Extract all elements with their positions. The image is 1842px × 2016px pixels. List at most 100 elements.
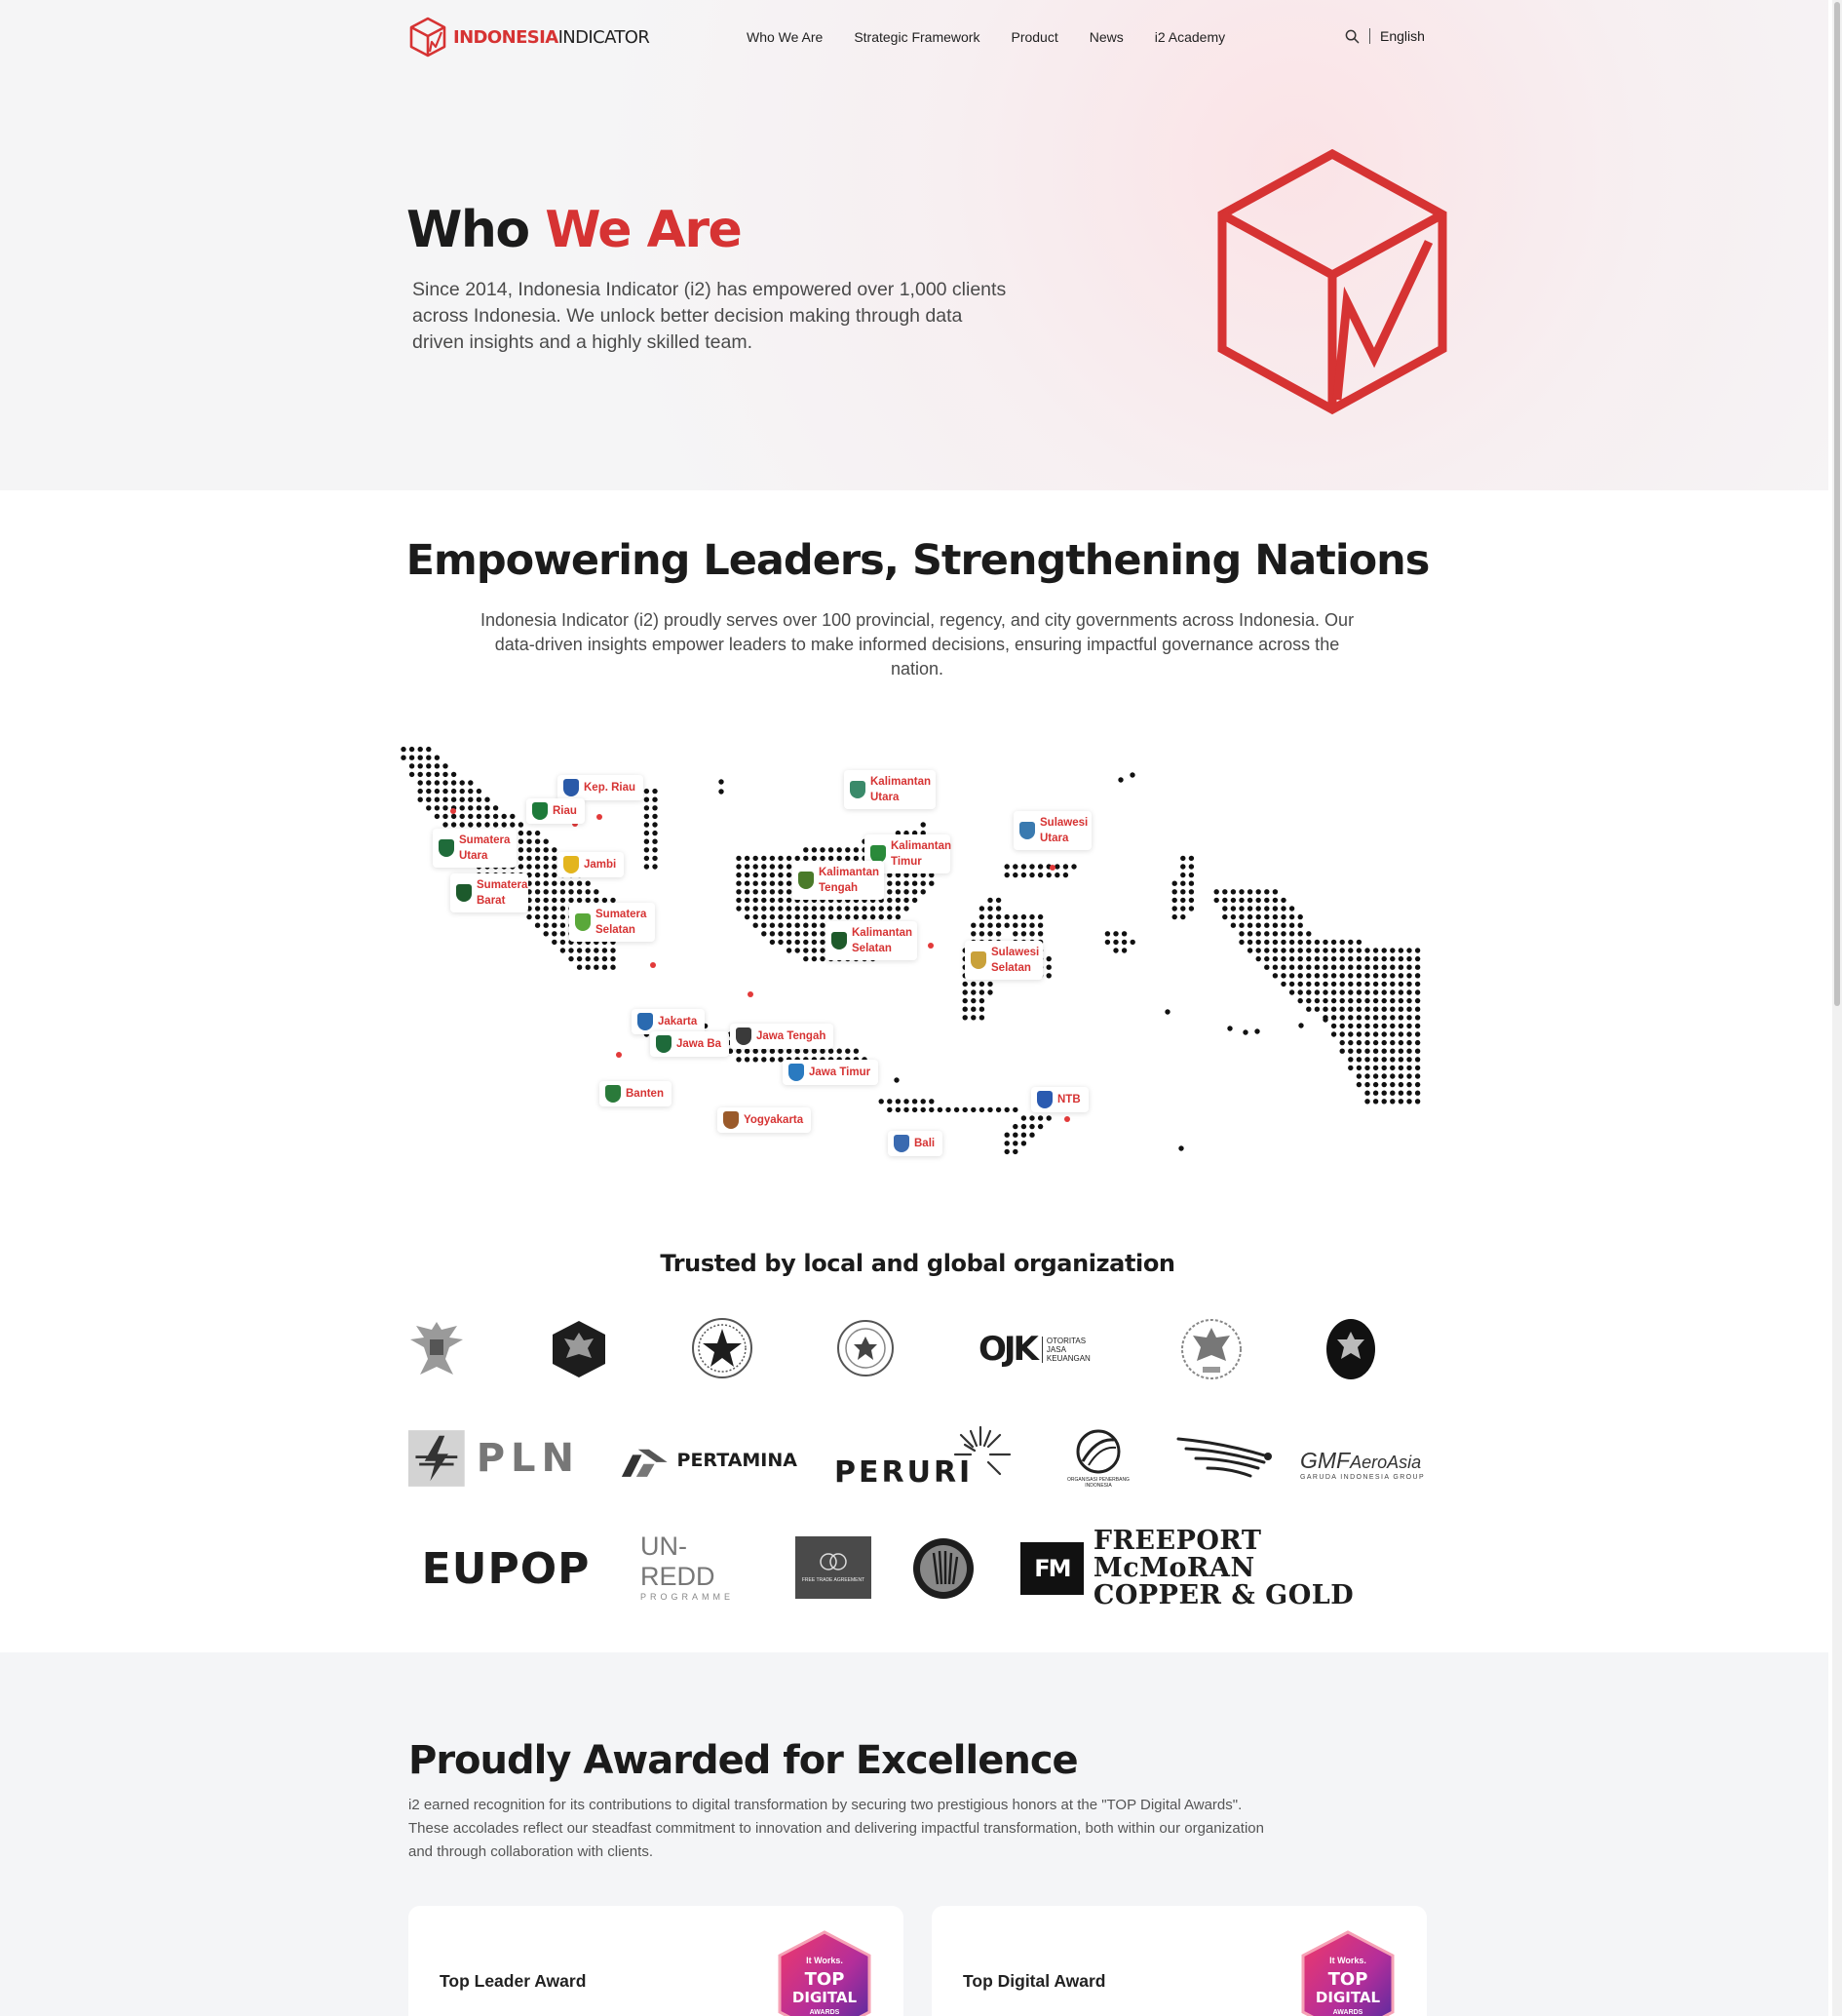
map-dot [594, 948, 599, 953]
nav-who-we-are[interactable]: Who We Are [747, 29, 823, 45]
map-dot [1288, 931, 1295, 937]
map-dot [1243, 1029, 1248, 1035]
region-kep-riau[interactable]: Kep. Riau [557, 775, 644, 800]
map-dot [1046, 973, 1052, 979]
award-card[interactable]: Top Digital Award It Works. TOP DIGITAL … [932, 1906, 1427, 2016]
map-dot [903, 880, 909, 886]
map-dot [1406, 1006, 1412, 1012]
scrollbar-thumb[interactable] [1834, 2, 1840, 1006]
region-sulawesi-utara[interactable]: Sulawesi Utara [1014, 811, 1092, 850]
region-sulawesi-selatan[interactable]: Sulawesi Selatan [965, 941, 1043, 980]
page-scrollbar[interactable] [1832, 0, 1842, 2016]
map-dot [736, 864, 742, 870]
region-kalimantan-selatan[interactable]: Kalimantan Selatan [825, 921, 917, 960]
map-dot [1330, 973, 1337, 979]
brand-logo[interactable]: INDONESIAINDICATOR [408, 17, 650, 58]
region-jawa-timur[interactable]: Jawa Timur [783, 1060, 879, 1085]
map-dot [1398, 964, 1404, 970]
map-dot [1414, 973, 1421, 979]
nav-strategic-framework[interactable]: Strategic Framework [854, 29, 979, 45]
gmf-subtext: GARUDA INDONESIA GROUP [1300, 1474, 1426, 1481]
map-dot [928, 943, 934, 949]
map-dot [1020, 1115, 1027, 1121]
map-dot [442, 788, 448, 795]
region-kalimantan-tengah[interactable]: Kalimantan Tengah [792, 861, 884, 900]
jawa-tengah-flag-icon [736, 1027, 751, 1045]
map-dot [1013, 872, 1018, 878]
map-dot [1381, 1099, 1387, 1105]
awards-description: i2 earned recognition for its contributi… [408, 1797, 1264, 1860]
region-jawa-tengah[interactable]: Jawa Tengah [730, 1024, 834, 1049]
map-dot [1414, 1023, 1421, 1029]
map-dot [1348, 1057, 1354, 1063]
map-dot [820, 931, 825, 937]
map-dot [811, 955, 818, 962]
map-dot [761, 913, 767, 920]
map-dot [1180, 913, 1186, 920]
map-dot [1406, 989, 1412, 995]
map-dot [887, 880, 893, 886]
map-dot [1029, 864, 1035, 870]
region-sumatera-barat[interactable]: Sumatera Barat [450, 873, 528, 912]
map-dot [862, 906, 867, 911]
region-banten[interactable]: Banten [599, 1081, 672, 1106]
map-dot [1239, 897, 1245, 904]
map-dot [1004, 913, 1010, 920]
region-bali[interactable]: Bali [888, 1131, 943, 1156]
map-dot [526, 855, 532, 862]
map-dot [971, 922, 977, 928]
nav-i2-academy[interactable]: i2 Academy [1155, 29, 1225, 45]
map-dot [484, 822, 490, 828]
map-dot [1071, 864, 1077, 870]
map-dot [962, 1006, 968, 1012]
region-jambi[interactable]: Jambi [557, 852, 625, 877]
region-sumatera-selatan[interactable]: Sumatera Selatan [569, 903, 655, 942]
map-dot [778, 880, 784, 886]
map-dot [903, 1106, 909, 1113]
region-riau[interactable]: Riau [526, 798, 585, 824]
map-dot [962, 981, 968, 988]
map-dot [1255, 955, 1261, 962]
map-dot [845, 913, 851, 920]
map-dot [811, 1048, 818, 1054]
map-dot [1297, 997, 1303, 1004]
map-dot [920, 889, 926, 895]
map-dot [853, 906, 860, 911]
map-dot [552, 939, 557, 946]
map-dot [559, 906, 566, 911]
garuda-icon [410, 1322, 463, 1375]
map-dot [501, 822, 507, 828]
map-dot [803, 931, 809, 937]
map-dot [643, 838, 650, 844]
map-dot [1288, 955, 1295, 962]
map-dot [1180, 880, 1186, 886]
map-dot [1255, 939, 1261, 946]
map-dot [1306, 973, 1312, 979]
nav-product[interactable]: Product [1011, 29, 1057, 45]
map-dot [979, 1015, 985, 1021]
map-dot [1306, 1006, 1312, 1012]
map-dot [1272, 964, 1279, 970]
region-sumatera-utara[interactable]: Sumatera Utara [433, 829, 517, 868]
map-dot [652, 788, 658, 795]
search-icon[interactable] [1345, 29, 1360, 44]
map-dot [534, 830, 541, 836]
region-yogyakarta[interactable]: Yogyakarta [717, 1107, 812, 1133]
map-dot [1372, 981, 1379, 988]
map-dot [1239, 906, 1245, 911]
region-kalimantan-utara[interactable]: Kalimantan Utara [844, 770, 936, 809]
map-dot [576, 955, 583, 962]
region-ntb[interactable]: NTB [1031, 1087, 1089, 1112]
award-card[interactable]: Top Leader Award It Works. TOP DIGITAL A… [408, 1906, 903, 2016]
gmf-aeroasia-logo: GMFAeroAsia GARUDA INDONESIA GROUP [1300, 1441, 1427, 1488]
map-dot [1130, 772, 1135, 778]
map-dot [1230, 906, 1237, 911]
nav-news[interactable]: News [1090, 29, 1124, 45]
map-dot [594, 964, 599, 970]
map-dot [1188, 897, 1195, 904]
region-jawa-barat[interactable]: Jawa Ba [650, 1031, 730, 1057]
map-dot [1013, 1132, 1018, 1138]
hero-title-dark: Who [406, 201, 530, 259]
map-dot [594, 955, 599, 962]
language-switch[interactable]: English [1380, 28, 1425, 44]
